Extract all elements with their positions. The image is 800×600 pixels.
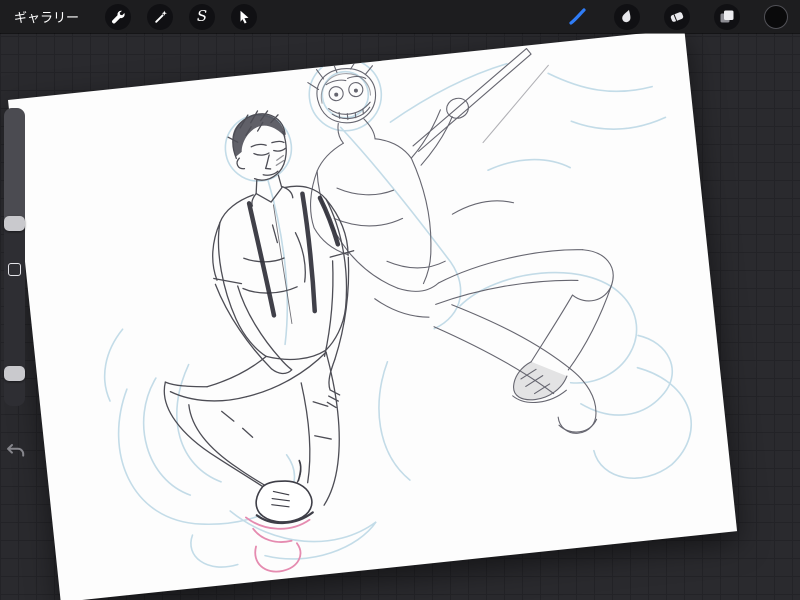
actions-button[interactable] <box>105 3 132 30</box>
smudge-icon <box>622 9 631 22</box>
opacity-slider-handle[interactable] <box>4 366 25 381</box>
selection-s-icon: S <box>196 7 208 25</box>
magic-wand-icon <box>155 10 167 23</box>
adjustments-button[interactable] <box>147 3 174 30</box>
wrench-icon <box>112 10 125 23</box>
sketch-artwork <box>103 47 692 573</box>
color-swatch-button[interactable] <box>764 4 788 29</box>
drawing-canvas[interactable] <box>8 28 738 600</box>
selection-button[interactable]: S <box>189 3 216 30</box>
brush-icon <box>569 7 586 25</box>
brush-size-slider[interactable] <box>4 108 25 224</box>
modify-button[interactable] <box>8 263 21 276</box>
undo-button[interactable] <box>5 442 27 460</box>
eraser-icon <box>670 11 684 22</box>
gallery-button[interactable]: ギャラリー <box>12 7 81 26</box>
procreate-workspace: ギャラリー S <box>0 0 800 600</box>
erase-tool-button[interactable] <box>664 3 690 30</box>
transform-button[interactable] <box>231 3 258 30</box>
layers-button[interactable] <box>714 3 740 30</box>
transform-arrow-icon <box>240 10 249 23</box>
undo-arrow-icon <box>7 444 25 457</box>
brush-size-slider-handle[interactable] <box>4 216 25 231</box>
paint-tool-button[interactable] <box>564 4 590 30</box>
layers-icon <box>720 10 734 22</box>
smudge-tool-button[interactable] <box>614 3 640 30</box>
top-toolbar: ギャラリー S <box>0 0 800 33</box>
